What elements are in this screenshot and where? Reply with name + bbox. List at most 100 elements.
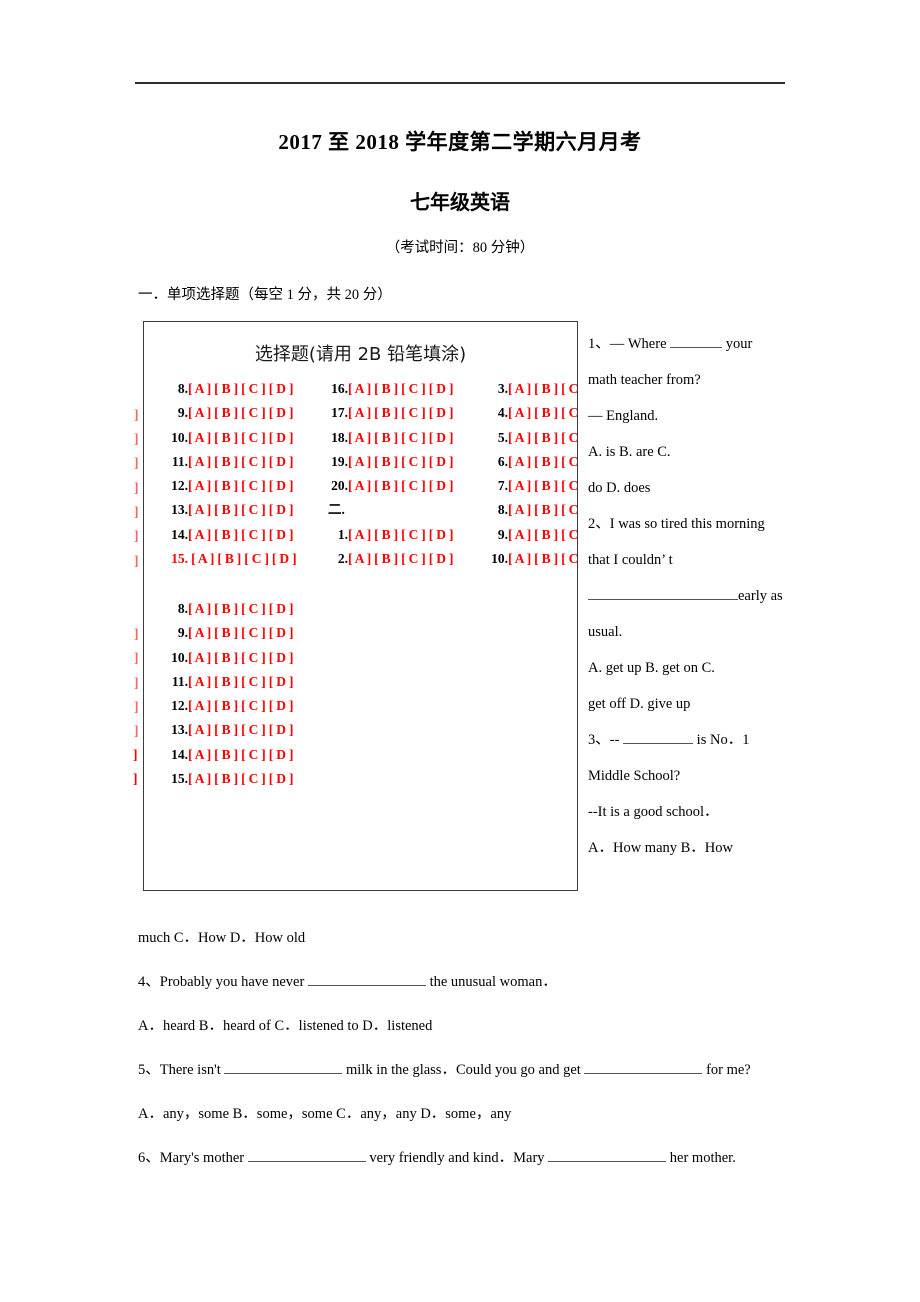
answer-row[interactable]: 8.[ A ] [ B ] [ C ] [ D ]	[168, 377, 318, 401]
answer-blank[interactable]	[623, 743, 694, 744]
clipped-bracket-fragment: ]	[133, 771, 138, 786]
question-3-options-line-2: much C．How D．How old	[138, 930, 306, 946]
answer-row-options[interactable]: [ A ] [ B ] [ C ] [ D ]	[348, 405, 453, 420]
answer-row[interactable]: 5.[ A ] [ B ] [ C ]	[488, 426, 577, 450]
question-2-text-post: early as	[738, 588, 783, 604]
answer-row-options[interactable]: [ A ] [ B ] [ C ] [ D ]	[188, 650, 293, 665]
answer-row[interactable]: 2.[ A ] [ B ] [ C ] [ D ]	[328, 547, 478, 571]
answer-row[interactable]: 15. [ A ] [ B ] [ C ] [ D ]	[168, 547, 318, 571]
section-two-marker-row: 二.	[328, 498, 478, 522]
answer-row-options[interactable]: [ A ] [ B ] [ C ] [ D ]	[188, 405, 293, 420]
answer-row[interactable]: 10.[ A ] [ B ] [ C	[488, 547, 577, 571]
answer-row[interactable]: 8.[ A ] [ B ] [ C ]	[488, 498, 577, 522]
question-3-line-1: 3、-- is No．1	[588, 722, 793, 758]
clipped-bracket-fragment: ]	[134, 553, 139, 568]
answer-row-options[interactable]: [ A ] [ B ] [ C ]	[508, 430, 577, 445]
answer-row-options[interactable]: [ A ] [ B ] [ C ] [ D ]	[188, 722, 293, 737]
answer-row[interactable]: 18.[ A ] [ B ] [ C ] [ D ]	[328, 426, 478, 450]
answer-row-number: 14.	[171, 746, 188, 762]
answer-row[interactable]: 13.[ A ] [ B ] [ C ] [ D ]	[168, 498, 318, 522]
answer-row[interactable]: 12.[ A ] [ B ] [ C ] [ D ]	[168, 694, 328, 718]
answer-row[interactable]: 12.[ A ] [ B ] [ C ] [ D ]	[168, 474, 318, 498]
answer-row-options[interactable]: [ A ] [ B ] [ C	[508, 551, 577, 566]
answer-row-options[interactable]: [ A ] [ B ] [ C ] [ D ]	[188, 771, 293, 786]
answer-row[interactable]: 11.[ A ] [ B ] [ C ] [ D ]	[168, 670, 328, 694]
answer-row[interactable]: 9.[ A ] [ B ] [ C ]	[488, 523, 577, 547]
answer-blank[interactable]	[584, 1073, 703, 1074]
answer-row-options[interactable]: [ A ] [ B ] [ C ] [ D ]	[188, 430, 293, 445]
question-3-line-3: --It is a good school．	[588, 804, 719, 820]
answer-row-options[interactable]: [ A ] [ B ] [ C ]	[508, 381, 577, 396]
question-6-text-post: her mother.	[669, 1150, 736, 1166]
answer-row-number: 15.	[171, 771, 188, 787]
answer-row-options[interactable]: [ A ] [ B ] [ C ] [ D ]	[348, 381, 453, 396]
question-4-options: A．heard B．heard of C．listened to D．liste…	[138, 1018, 433, 1034]
answer-row[interactable]: 6.[ A ] [ B ] [ C ]	[488, 450, 577, 474]
question-6-stem: 6、Mary's mother very friendly and kind．M…	[138, 1140, 838, 1176]
answer-blank[interactable]	[548, 1161, 667, 1162]
answer-blank[interactable]	[307, 985, 426, 986]
question-2-options-line-1: A. get up B. get on C.	[588, 660, 715, 676]
question-5-text-pre: 5、There isn't	[138, 1062, 221, 1078]
answer-blank[interactable]	[670, 347, 723, 348]
answer-row[interactable]: 14.[ A ] [ B ] [ C ] [ D ]	[168, 523, 318, 547]
answer-row-options[interactable]: [ A ] [ B ] [ C ]	[508, 527, 577, 542]
answer-row-options[interactable]: [ A ] [ B ] [ C ] [ D ]	[348, 551, 453, 566]
questions-side-column: 1、— Where your math teacher from? — Engl…	[588, 326, 793, 866]
answer-row[interactable]: 9.[ A ] [ B ] [ C ] [ D ]	[168, 621, 328, 645]
answer-column-1: 8.[ A ] [ B ] [ C ] [ D ] 9.[ A ] [ B ] …	[168, 377, 318, 571]
answer-row[interactable]: 3.[ A ] [ B ] [ C ]	[488, 377, 577, 401]
answer-row[interactable]: 20.[ A ] [ B ] [ C ] [ D ]	[328, 474, 478, 498]
answer-blank[interactable]	[247, 1161, 366, 1162]
question-5-stem: 5、There isn't milk in the glass．Could yo…	[138, 1052, 838, 1088]
clipped-bracket-fragment: ]	[134, 431, 139, 446]
answer-row-options[interactable]: [ A ] [ B ] [ C ] [ D ]	[188, 551, 296, 566]
answer-row-options[interactable]: [ A ] [ B ] [ C ] [ D ]	[348, 454, 453, 469]
answer-row-number: 9.	[177, 625, 188, 641]
answer-blank[interactable]	[224, 1073, 343, 1074]
answer-row[interactable]: 16.[ A ] [ B ] [ C ] [ D ]	[328, 377, 478, 401]
answer-row[interactable]: 8.[ A ] [ B ] [ C ] [ D ]	[168, 597, 328, 621]
answer-row[interactable]: 14.[ A ] [ B ] [ C ] [ D ]	[168, 743, 328, 767]
answer-row[interactable]: 1.[ A ] [ B ] [ C ] [ D ]	[328, 523, 478, 547]
answer-row-options[interactable]: [ A ] [ B ] [ C ]	[508, 405, 577, 420]
answer-row-options[interactable]: [ A ] [ B ] [ C ] [ D ]	[188, 674, 293, 689]
answer-row-options[interactable]: [ A ] [ B ] [ C ] [ D ]	[348, 430, 453, 445]
answer-row-options[interactable]: [ A ] [ B ] [ C ] [ D ]	[348, 527, 453, 542]
question-3-text-pre: 3、--	[588, 732, 620, 748]
answer-row-options[interactable]: [ A ] [ B ] [ C ] [ D ]	[188, 747, 293, 762]
answer-row-options[interactable]: [ A ] [ B ] [ C ] [ D ]	[188, 625, 293, 640]
answer-row[interactable]: 13.[ A ] [ B ] [ C ] [ D ]	[168, 718, 328, 742]
answer-row-options[interactable]: [ A ] [ B ] [ C ] [ D ]	[188, 502, 293, 517]
answer-row[interactable]: 10.[ A ] [ B ] [ C ] [ D ]	[168, 426, 318, 450]
answer-row-options[interactable]: [ A ] [ B ] [ C ] [ D ]	[188, 527, 293, 542]
answer-row-options[interactable]: [ A ] [ B ] [ C ] [ D ]	[188, 601, 293, 616]
answer-row-options[interactable]: [ A ] [ B ] [ C ] [ D ]	[188, 454, 293, 469]
answer-row-number: 4.	[497, 405, 508, 421]
answer-row-number: 20.	[331, 478, 348, 494]
answer-column-2: 16.[ A ] [ B ] [ C ] [ D ] 17.[ A ] [ B …	[328, 377, 478, 571]
answer-row[interactable]: 17.[ A ] [ B ] [ C ] [ D ]	[328, 401, 478, 425]
answer-row[interactable]: 19.[ A ] [ B ] [ C ] [ D ]	[328, 450, 478, 474]
answer-row-options[interactable]: [ A ] [ B ] [ C ] [ D ]	[188, 698, 293, 713]
question-2-line-2: that I couldn’ t	[588, 552, 673, 568]
answer-row-number: 7.	[497, 478, 508, 494]
exam-page: 2017 至 2018 学年度第二学期六月月考 七年级英语 （考试时间：80 分…	[0, 0, 920, 1302]
answer-row-options[interactable]: [ A ] [ B ] [ C ]	[508, 502, 577, 517]
answer-row-options[interactable]: [ A ] [ B ] [ C ] [ D ]	[188, 381, 293, 396]
answer-row-number: 12.	[171, 698, 188, 714]
answer-row[interactable]: 10.[ A ] [ B ] [ C ] [ D ]	[168, 646, 328, 670]
answer-row-options[interactable]: [ A ] [ B ] [ C ] [ D ]	[348, 478, 453, 493]
answer-row[interactable]: 4.[ A ] [ B ] [ C ]	[488, 401, 577, 425]
answer-row-options[interactable]: [ A ] [ B ] [ C ]	[508, 454, 577, 469]
answer-row[interactable]: 7.[ A ] [ B ] [ C ]	[488, 474, 577, 498]
answer-row-number: 3.	[497, 381, 508, 396]
answer-row[interactable]: 15.[ A ] [ B ] [ C ] [ D ]	[168, 767, 328, 791]
answer-row-options[interactable]: [ A ] [ B ] [ C ] [ D ]	[188, 478, 293, 493]
answer-blank[interactable]	[588, 599, 738, 600]
answer-row[interactable]: 9.[ A ] [ B ] [ C ] [ D ]	[168, 401, 318, 425]
answer-row-options[interactable]: [ A ] [ B ] [ C ]	[508, 478, 577, 493]
answer-row-number: 10.	[171, 429, 188, 445]
answer-row-number: 10.	[171, 649, 188, 665]
answer-row[interactable]: 11.[ A ] [ B ] [ C ] [ D ]	[168, 450, 318, 474]
